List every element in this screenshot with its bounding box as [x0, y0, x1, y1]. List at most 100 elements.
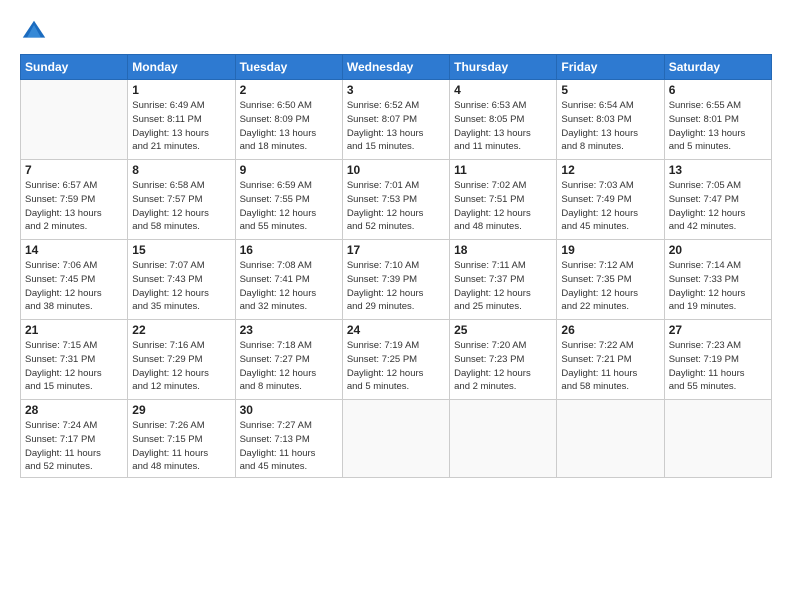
calendar-cell: 17 Sunrise: 7:10 AM Sunset: 7:39 PM Dayli… [342, 240, 449, 320]
calendar-cell: 7 Sunrise: 6:57 AM Sunset: 7:59 PM Daylig… [21, 160, 128, 240]
day-info: Sunrise: 7:27 AM Sunset: 7:13 PM Dayligh… [240, 419, 338, 474]
day-number: 23 [240, 323, 338, 337]
calendar-cell: 6 Sunrise: 6:55 AM Sunset: 8:01 PM Daylig… [664, 80, 771, 160]
day-info: Sunrise: 7:23 AM Sunset: 7:19 PM Dayligh… [669, 339, 767, 394]
calendar-cell [450, 400, 557, 478]
weekday-header-monday: Monday [128, 55, 235, 80]
calendar-cell: 21Sunrise: 7:15 AM Sunset: 7:31 PM Dayli… [21, 320, 128, 400]
calendar-table: SundayMondayTuesdayWednesdayThursdayFrid… [20, 54, 772, 478]
calendar-cell: 8 Sunrise: 6:58 AM Sunset: 7:57 PM Daylig… [128, 160, 235, 240]
day-number: 7 [25, 163, 123, 177]
day-number: 3 [347, 83, 445, 97]
day-info: Sunrise: 7:26 AM Sunset: 7:15 PM Dayligh… [132, 419, 230, 474]
day-number: 6 [669, 83, 767, 97]
day-info: Sunrise: 7:07 AM Sunset: 7:43 PM Dayligh… [132, 259, 230, 314]
calendar-cell: 16 Sunrise: 7:08 AM Sunset: 7:41 PM Dayli… [235, 240, 342, 320]
day-number: 18 [454, 243, 552, 257]
calendar-cell: 10 Sunrise: 7:01 AM Sunset: 7:53 PM Dayli… [342, 160, 449, 240]
day-number: 5 [561, 83, 659, 97]
weekday-header-tuesday: Tuesday [235, 55, 342, 80]
calendar-cell [21, 80, 128, 160]
calendar-cell [664, 400, 771, 478]
weekday-header-wednesday: Wednesday [342, 55, 449, 80]
calendar-cell: 23 Sunrise: 7:18 AM Sunset: 7:27 PM Dayli… [235, 320, 342, 400]
day-info: Sunrise: 7:10 AM Sunset: 7:39 PM Dayligh… [347, 259, 445, 314]
calendar-cell [557, 400, 664, 478]
day-number: 2 [240, 83, 338, 97]
calendar-cell: 25 Sunrise: 7:20 AM Sunset: 7:23 PM Dayli… [450, 320, 557, 400]
day-number: 14 [25, 243, 123, 257]
day-number: 17 [347, 243, 445, 257]
day-info: Sunrise: 6:55 AM Sunset: 8:01 PM Dayligh… [669, 99, 767, 154]
day-info: Sunrise: 7:20 AM Sunset: 7:23 PM Dayligh… [454, 339, 552, 394]
weekday-header-saturday: Saturday [664, 55, 771, 80]
calendar-cell: 29 Sunrise: 7:26 AM Sunset: 7:15 PM Dayli… [128, 400, 235, 478]
day-info: Sunrise: 6:57 AM Sunset: 7:59 PM Dayligh… [25, 179, 123, 234]
calendar-cell: 5 Sunrise: 6:54 AM Sunset: 8:03 PM Daylig… [557, 80, 664, 160]
day-info: Sunrise: 7:05 AM Sunset: 7:47 PM Dayligh… [669, 179, 767, 234]
weekday-header-row: SundayMondayTuesdayWednesdayThursdayFrid… [21, 55, 772, 80]
calendar-cell [342, 400, 449, 478]
week-row-2: 7 Sunrise: 6:57 AM Sunset: 7:59 PM Daylig… [21, 160, 772, 240]
day-info: Sunrise: 7:02 AM Sunset: 7:51 PM Dayligh… [454, 179, 552, 234]
day-info: Sunrise: 6:59 AM Sunset: 7:55 PM Dayligh… [240, 179, 338, 234]
day-number: 20 [669, 243, 767, 257]
day-info: Sunrise: 7:08 AM Sunset: 7:41 PM Dayligh… [240, 259, 338, 314]
day-number: 29 [132, 403, 230, 417]
day-info: Sunrise: 6:53 AM Sunset: 8:05 PM Dayligh… [454, 99, 552, 154]
calendar-cell: 30Sunrise: 7:27 AM Sunset: 7:13 PM Dayli… [235, 400, 342, 478]
day-number: 22 [132, 323, 230, 337]
calendar-cell: 14 Sunrise: 7:06 AM Sunset: 7:45 PM Dayli… [21, 240, 128, 320]
day-info: Sunrise: 7:12 AM Sunset: 7:35 PM Dayligh… [561, 259, 659, 314]
day-number: 15 [132, 243, 230, 257]
day-info: Sunrise: 7:16 AM Sunset: 7:29 PM Dayligh… [132, 339, 230, 394]
day-info: Sunrise: 7:14 AM Sunset: 7:33 PM Dayligh… [669, 259, 767, 314]
day-info: Sunrise: 7:18 AM Sunset: 7:27 PM Dayligh… [240, 339, 338, 394]
calendar-cell: 4Sunrise: 6:53 AM Sunset: 8:05 PM Daylig… [450, 80, 557, 160]
day-number: 10 [347, 163, 445, 177]
day-info: Sunrise: 7:19 AM Sunset: 7:25 PM Dayligh… [347, 339, 445, 394]
day-number: 28 [25, 403, 123, 417]
day-number: 24 [347, 323, 445, 337]
calendar-cell: 20 Sunrise: 7:14 AM Sunset: 7:33 PM Dayli… [664, 240, 771, 320]
day-number: 1 [132, 83, 230, 97]
weekday-header-friday: Friday [557, 55, 664, 80]
day-number: 27 [669, 323, 767, 337]
day-info: Sunrise: 7:06 AM Sunset: 7:45 PM Dayligh… [25, 259, 123, 314]
logo-icon [20, 18, 48, 46]
day-info: Sunrise: 6:49 AM Sunset: 8:11 PM Dayligh… [132, 99, 230, 154]
calendar-cell: 22 Sunrise: 7:16 AM Sunset: 7:29 PM Dayli… [128, 320, 235, 400]
day-info: Sunrise: 7:01 AM Sunset: 7:53 PM Dayligh… [347, 179, 445, 234]
calendar-cell: 19 Sunrise: 7:12 AM Sunset: 7:35 PM Dayli… [557, 240, 664, 320]
day-info: Sunrise: 7:24 AM Sunset: 7:17 PM Dayligh… [25, 419, 123, 474]
day-number: 9 [240, 163, 338, 177]
day-info: Sunrise: 6:54 AM Sunset: 8:03 PM Dayligh… [561, 99, 659, 154]
calendar-cell: 26Sunrise: 7:22 AM Sunset: 7:21 PM Dayli… [557, 320, 664, 400]
calendar-cell: 3 Sunrise: 6:52 AM Sunset: 8:07 PM Daylig… [342, 80, 449, 160]
day-info: Sunrise: 6:52 AM Sunset: 8:07 PM Dayligh… [347, 99, 445, 154]
calendar-cell: 27 Sunrise: 7:23 AM Sunset: 7:19 PM Dayli… [664, 320, 771, 400]
weekday-header-sunday: Sunday [21, 55, 128, 80]
calendar-cell: 18Sunrise: 7:11 AM Sunset: 7:37 PM Dayli… [450, 240, 557, 320]
week-row-5: 28 Sunrise: 7:24 AM Sunset: 7:17 PM Dayli… [21, 400, 772, 478]
day-number: 19 [561, 243, 659, 257]
week-row-4: 21Sunrise: 7:15 AM Sunset: 7:31 PM Dayli… [21, 320, 772, 400]
day-info: Sunrise: 6:58 AM Sunset: 7:57 PM Dayligh… [132, 179, 230, 234]
calendar-cell: 12 Sunrise: 7:03 AM Sunset: 7:49 PM Dayli… [557, 160, 664, 240]
day-number: 12 [561, 163, 659, 177]
weekday-header-thursday: Thursday [450, 55, 557, 80]
calendar-cell: 13Sunrise: 7:05 AM Sunset: 7:47 PM Dayli… [664, 160, 771, 240]
day-number: 11 [454, 163, 552, 177]
day-number: 16 [240, 243, 338, 257]
calendar-cell: 24 Sunrise: 7:19 AM Sunset: 7:25 PM Dayli… [342, 320, 449, 400]
calendar-cell: 1 Sunrise: 6:49 AM Sunset: 8:11 PM Daylig… [128, 80, 235, 160]
day-number: 21 [25, 323, 123, 337]
logo [20, 18, 52, 46]
day-number: 8 [132, 163, 230, 177]
day-number: 26 [561, 323, 659, 337]
calendar-cell: 2 Sunrise: 6:50 AM Sunset: 8:09 PM Daylig… [235, 80, 342, 160]
day-info: Sunrise: 7:03 AM Sunset: 7:49 PM Dayligh… [561, 179, 659, 234]
calendar-cell: 9 Sunrise: 6:59 AM Sunset: 7:55 PM Daylig… [235, 160, 342, 240]
day-info: Sunrise: 6:50 AM Sunset: 8:09 PM Dayligh… [240, 99, 338, 154]
day-number: 25 [454, 323, 552, 337]
